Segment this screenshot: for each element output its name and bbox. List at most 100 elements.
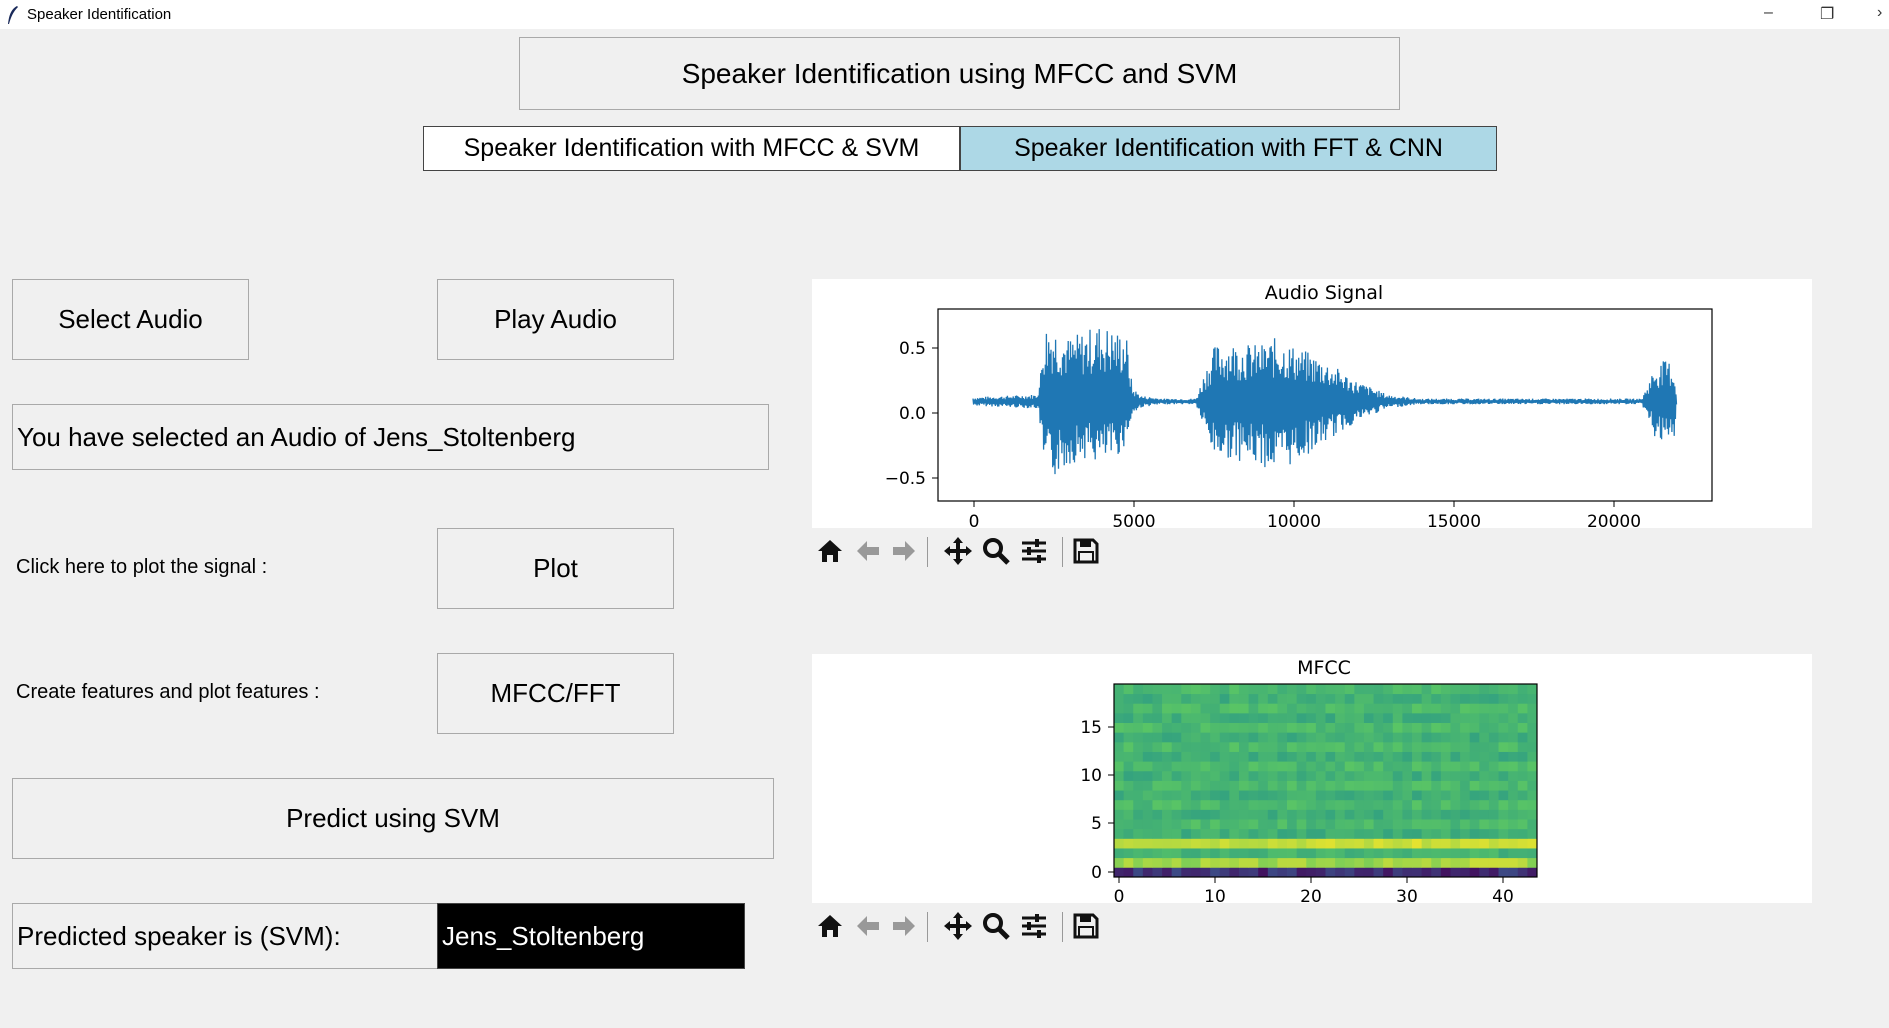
mfcc-cell [1527, 712, 1538, 723]
tab-mfcc-svm[interactable]: Speaker Identification with MFCC & SVM [423, 126, 960, 171]
mfcc-cell [1306, 693, 1317, 704]
mfcc-cell [1508, 780, 1519, 791]
back-arrow-icon[interactable] [850, 908, 886, 944]
mfcc-cell [1210, 819, 1221, 830]
minimize-button[interactable]: – [1764, 4, 1773, 22]
mfcc-cell [1498, 838, 1509, 849]
mfcc-cell [1277, 867, 1288, 878]
mfcc-cell [1296, 848, 1307, 859]
mfcc-cell [1142, 838, 1153, 849]
mfcc-cell [1402, 780, 1413, 791]
toolbar-separator [1062, 912, 1063, 942]
mfcc-cell [1248, 857, 1259, 868]
mfcc-cell [1181, 684, 1192, 695]
mfcc-cell [1306, 867, 1317, 878]
mfcc-cell [1258, 828, 1269, 839]
mfcc-cell [1392, 732, 1403, 743]
audio-xtick: 5000 [1112, 512, 1155, 528]
mfcc-cell [1306, 848, 1317, 859]
mfcc-cell [1488, 732, 1499, 743]
mfcc-cell [1267, 848, 1278, 859]
mfcc-cell [1508, 712, 1519, 723]
mfcc-cell [1219, 799, 1230, 810]
subplots-icon[interactable] [1016, 908, 1052, 944]
mfcc-cell [1354, 848, 1365, 859]
mfcc-cell [1460, 838, 1471, 849]
mfcc-cell [1114, 780, 1125, 791]
save-icon[interactable] [1068, 533, 1104, 569]
mfcc-cell [1421, 703, 1432, 714]
home-icon[interactable] [812, 908, 848, 944]
mfcc-cell [1200, 780, 1211, 791]
restore-button[interactable]: ❐ [1820, 4, 1834, 24]
zoom-icon[interactable] [978, 533, 1014, 569]
forward-arrow-icon[interactable] [886, 908, 922, 944]
audio-ytick: −0.5 [885, 469, 926, 489]
mfcc-cell [1287, 751, 1298, 762]
mfcc-cell [1335, 712, 1346, 723]
mfcc-cell [1296, 693, 1307, 704]
play-audio-button[interactable]: Play Audio [437, 279, 674, 360]
mfcc-cell [1152, 848, 1163, 859]
mfcc-cell [1162, 722, 1173, 733]
mfcc-cell [1450, 684, 1461, 695]
mfcc-cell [1210, 703, 1221, 714]
mfcc-cell [1431, 780, 1442, 791]
mfcc-cell [1248, 722, 1259, 733]
mfcc-cell [1277, 857, 1288, 868]
tab-fft-cnn[interactable]: Speaker Identification with FFT & CNN [960, 126, 1497, 171]
mfcc-cell [1162, 751, 1173, 762]
mfcc-cell [1296, 712, 1307, 723]
mfcc-cell [1402, 828, 1413, 839]
mfcc-cell [1412, 819, 1423, 830]
mfcc-cell [1162, 732, 1173, 743]
pan-icon[interactable] [940, 908, 976, 944]
audio-xticks: 0 5000 10000 15000 20000 [969, 501, 1641, 532]
mfcc-cell [1296, 741, 1307, 752]
mfcc-cell [1152, 712, 1163, 723]
mfcc-cell [1354, 693, 1365, 704]
mfcc-cell [1181, 828, 1192, 839]
mfcc-cell [1238, 722, 1249, 733]
mfcc-cell [1238, 770, 1249, 781]
mfcc-cell [1152, 770, 1163, 781]
plot-button[interactable]: Plot [437, 528, 674, 609]
mfcc-cell [1287, 790, 1298, 801]
mfcc-cell [1267, 732, 1278, 743]
mfcc-cell [1325, 712, 1336, 723]
back-arrow-icon[interactable] [850, 533, 886, 569]
mfcc-cell [1517, 722, 1528, 733]
pan-icon[interactable] [940, 533, 976, 569]
select-audio-button[interactable]: Select Audio [12, 279, 249, 360]
mfcc-fft-button[interactable]: MFCC/FFT [437, 653, 674, 734]
mfcc-cell [1383, 838, 1394, 849]
zoom-icon[interactable] [978, 908, 1014, 944]
mfcc-cell [1152, 761, 1163, 772]
mfcc-cell [1498, 712, 1509, 723]
mfcc-cell [1354, 799, 1365, 810]
mfcc-cell [1488, 828, 1499, 839]
mfcc-cell [1171, 722, 1182, 733]
mfcc-cell [1373, 693, 1384, 704]
mfcc-cell [1229, 799, 1240, 810]
forward-arrow-icon[interactable] [886, 533, 922, 569]
mfcc-cell [1460, 751, 1471, 762]
mfcc-cell [1335, 857, 1346, 868]
home-icon[interactable] [812, 533, 848, 569]
mfcc-cell [1354, 722, 1365, 733]
mfcc-cell [1181, 703, 1192, 714]
mfcc-cell [1392, 741, 1403, 752]
subplots-icon[interactable] [1016, 533, 1052, 569]
save-icon[interactable] [1068, 908, 1104, 944]
mfcc-cell [1248, 819, 1259, 830]
mfcc-cell [1479, 867, 1490, 878]
mfcc-cell [1498, 828, 1509, 839]
predict-svm-button[interactable]: Predict using SVM [12, 778, 774, 859]
mfcc-cell [1219, 732, 1230, 743]
mfcc-cell [1344, 770, 1355, 781]
toolbar-separator [927, 912, 928, 942]
close-button[interactable]: › [1877, 4, 1882, 22]
mfcc-cell [1508, 751, 1519, 762]
mfcc-cell [1373, 684, 1384, 695]
mfcc-cell [1517, 693, 1528, 704]
